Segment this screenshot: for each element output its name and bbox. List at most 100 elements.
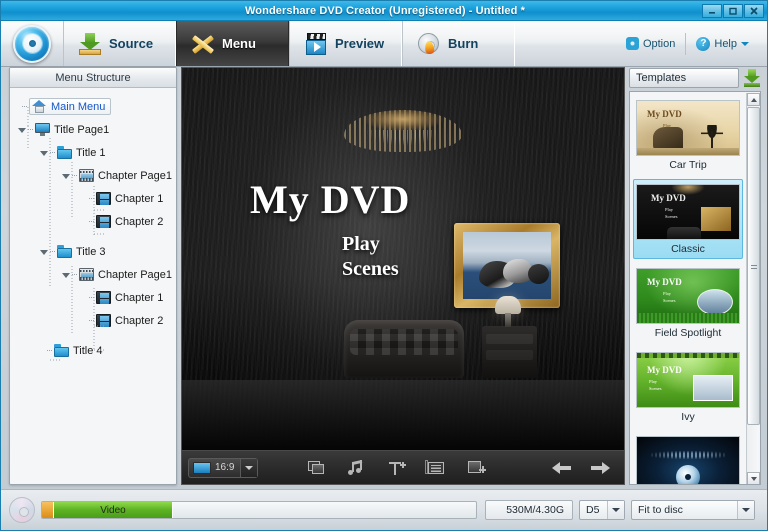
tree-connector (72, 274, 77, 275)
wondershare-logo (1, 21, 63, 66)
download-templates-icon[interactable] (743, 69, 761, 87)
tab-menu[interactable]: Menu (176, 21, 289, 66)
menu-list-icon[interactable] (428, 460, 446, 476)
tree-item-label: Chapter 2 (115, 216, 163, 228)
templates-list[interactable]: My DVD PlayScenes Car Trip My DVD PlaySc… (629, 91, 761, 485)
tree-item-label: Title 4 (73, 345, 103, 357)
monitor-icon (35, 123, 50, 136)
expand-collapse-icon[interactable] (62, 273, 70, 278)
tree-connector (47, 350, 52, 351)
close-button[interactable] (744, 4, 764, 18)
disc-icon (9, 497, 35, 523)
question-mark-icon: ? (696, 37, 710, 51)
scroll-up-button[interactable] (747, 93, 760, 106)
menu-structure-panel: Menu Structure Main Menu Title Page1 (9, 67, 177, 485)
template-thumb-title: My DVD (651, 193, 686, 203)
window-controls (702, 4, 764, 18)
tab-burn[interactable]: Burn (402, 21, 515, 66)
disc-capacity-bar: Video (41, 501, 477, 519)
chevron-down-icon[interactable] (607, 501, 624, 519)
expand-collapse-icon[interactable] (40, 250, 48, 255)
template-thumb-title: My DVD (647, 365, 682, 375)
disc-type-select[interactable]: D5 (579, 500, 625, 520)
templates-panel: Templates My DVD PlayScenes Car Trip (629, 67, 761, 485)
page-navigation (552, 460, 624, 476)
tree-item-chapter1-a[interactable]: Chapter 1 (10, 187, 176, 210)
menu-structure-header: Menu Structure (10, 68, 176, 88)
template-item-ivy[interactable]: My DVD PlayScenes Ivy (633, 347, 743, 427)
title-bar: Wondershare DVD Creator (Unregistered) -… (1, 1, 768, 21)
tree-connector (89, 297, 94, 298)
dvd-menu-canvas[interactable]: My DVD Play Scenes (182, 68, 624, 450)
template-item-disc[interactable] (633, 431, 743, 485)
template-thumbnail: My DVD PlayScenes (636, 268, 740, 324)
maximize-button[interactable] (723, 4, 743, 18)
aspect-ratio-selector[interactable]: 16:9 (188, 458, 258, 478)
film-strip-icon (79, 268, 94, 281)
side-table-decoration (482, 326, 537, 378)
slideshow-icon[interactable] (308, 460, 326, 476)
tree-item-label: Title Page1 (54, 124, 109, 136)
tree-item-title3[interactable]: Title 3 (10, 240, 176, 263)
template-name: Field Spotlight (655, 327, 722, 339)
tab-source-label: Source (109, 36, 153, 51)
disc-flame-icon (417, 32, 441, 56)
template-item-field-spotlight[interactable]: My DVD PlayScenes Field Spotlight (633, 263, 743, 343)
frame-photo (463, 232, 551, 299)
tree-item-main-menu[interactable]: Main Menu (10, 95, 176, 118)
tab-burn-label: Burn (448, 36, 478, 51)
tab-source[interactable]: Source (63, 21, 176, 66)
previous-page-arrow-icon[interactable] (552, 460, 572, 476)
tree-item-chapter2-a[interactable]: Chapter 2 (10, 210, 176, 233)
template-name: Ivy (681, 411, 694, 423)
template-thumbnail: My DVD PlayScenes (636, 184, 740, 240)
menu-structure-tree[interactable]: Main Menu Title Page1 Title 1 (10, 88, 176, 484)
menu-button-play[interactable]: Play (342, 232, 399, 257)
download-tray-icon (78, 32, 102, 56)
template-item-classic[interactable]: My DVD PlayScenes Classic (633, 179, 743, 259)
expand-collapse-icon[interactable] (18, 128, 26, 133)
templates-title[interactable]: Templates (629, 68, 739, 88)
templates-scrollbar[interactable] (746, 93, 759, 485)
scrollbar-thumb[interactable] (747, 107, 760, 425)
next-page-arrow-icon[interactable] (590, 460, 610, 476)
pencil-ruler-icon (191, 32, 215, 56)
expand-collapse-icon[interactable] (40, 151, 48, 156)
fit-mode-select[interactable]: Fit to disc (631, 500, 755, 520)
chapter-clip-icon (96, 314, 111, 327)
add-image-icon[interactable] (468, 460, 486, 476)
fit-mode-value: Fit to disc (632, 504, 737, 516)
template-thumb-sub: PlayScenes (663, 291, 676, 305)
tree-item-chapter1-b[interactable]: Chapter 1 (10, 286, 176, 309)
tree-item-title-page1[interactable]: Title Page1 (10, 118, 176, 141)
tree-item-label: Title 3 (76, 246, 106, 258)
chevron-down-icon[interactable] (737, 501, 754, 519)
tree-connector (50, 251, 55, 252)
chapter-clip-icon (96, 291, 111, 304)
application-window: Wondershare DVD Creator (Unregistered) -… (0, 0, 768, 531)
tab-preview[interactable]: Preview (289, 21, 402, 66)
folder-icon (54, 344, 69, 357)
tree-item-chapter2-b[interactable]: Chapter 2 (10, 309, 176, 332)
option-button[interactable]: Option (616, 33, 686, 55)
dvd-title-text[interactable]: My DVD (250, 176, 410, 223)
scroll-down-button[interactable] (747, 472, 760, 485)
tree-item-title1[interactable]: Title 1 (10, 141, 176, 164)
chapter-clip-icon (96, 215, 111, 228)
home-icon (32, 100, 47, 113)
tree-item-label: Chapter Page1 (98, 269, 172, 281)
film-strip-icon (79, 169, 94, 182)
template-item-car-trip[interactable]: My DVD PlayScenes Car Trip (633, 95, 743, 175)
disc-type-value: D5 (580, 504, 607, 516)
tree-item-chapter-page1-a[interactable]: Chapter Page1 (10, 164, 176, 187)
help-button[interactable]: ? Help (686, 33, 759, 55)
menu-button-scenes[interactable]: Scenes (342, 257, 399, 282)
template-name: Car Trip (669, 159, 706, 171)
background-music-icon[interactable] (348, 460, 366, 476)
minimize-button[interactable] (702, 4, 722, 18)
chevron-down-icon[interactable] (240, 459, 257, 477)
tree-item-chapter-page1-b[interactable]: Chapter Page1 (10, 263, 176, 286)
add-text-icon[interactable] (388, 460, 406, 476)
tree-item-title4[interactable]: Title 4 (10, 339, 176, 362)
expand-collapse-icon[interactable] (62, 174, 70, 179)
